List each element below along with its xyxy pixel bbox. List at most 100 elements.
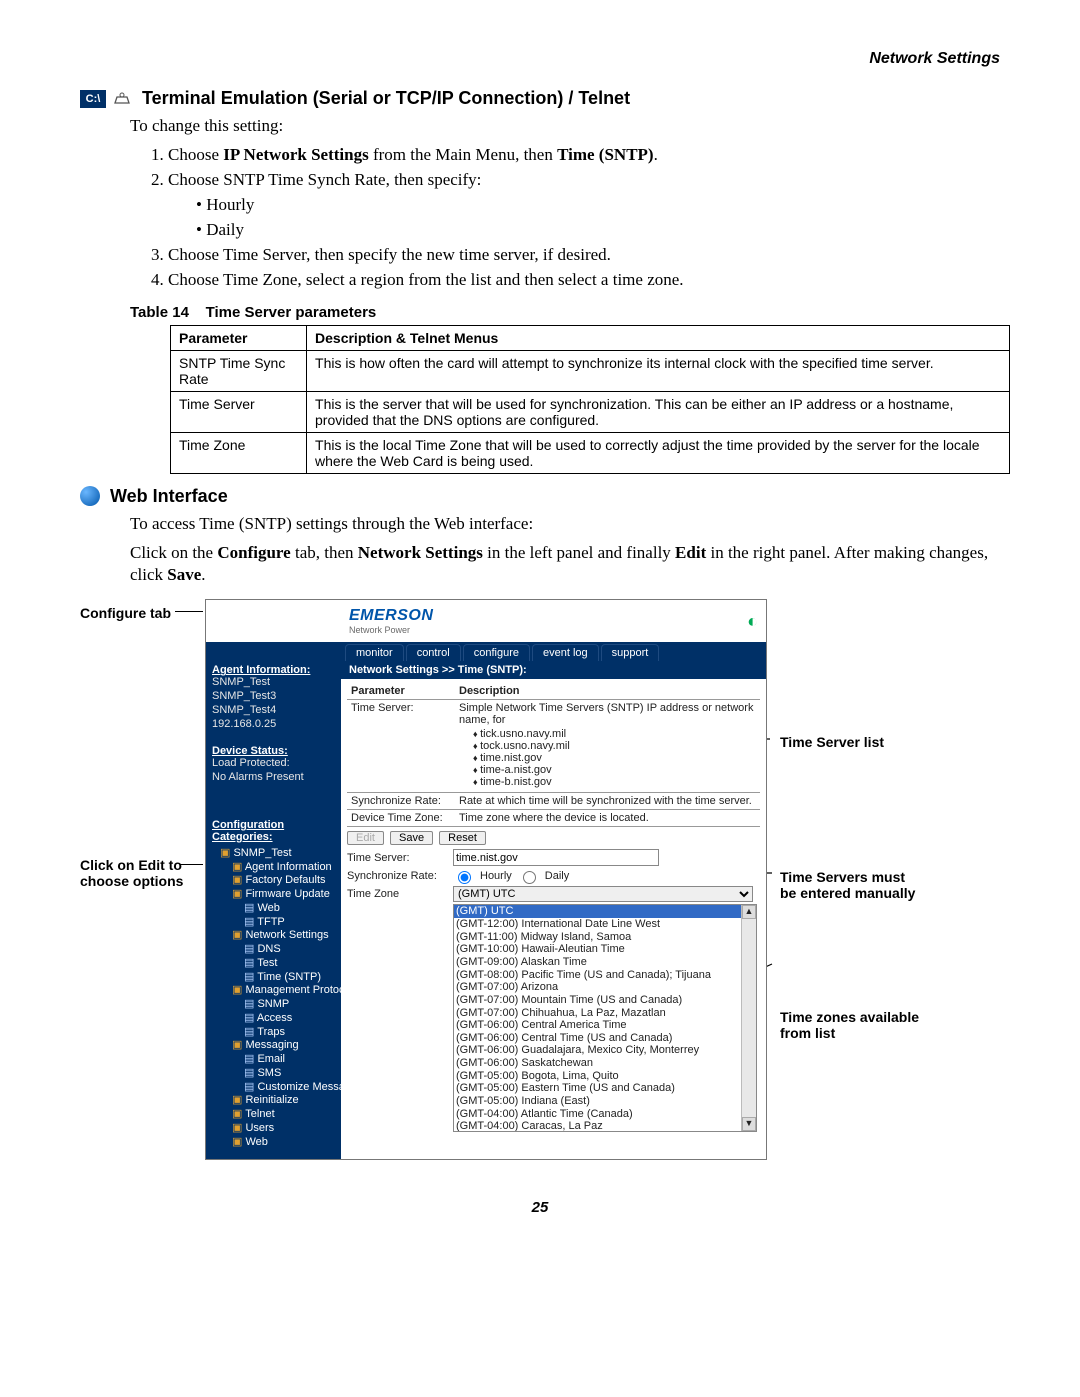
th-description: Description & Telnet Menus bbox=[307, 325, 1010, 350]
callout-configure-tab: Configure tab bbox=[80, 605, 190, 621]
tree-node[interactable]: Email bbox=[212, 1053, 341, 1067]
timezone-option[interactable]: (GMT-06:00) Guadalajara, Mexico City, Mo… bbox=[454, 1044, 756, 1057]
modem-icon bbox=[112, 89, 132, 109]
tree-node[interactable]: Firmware Update bbox=[212, 888, 341, 902]
sidebar-device-line: Load Protected: bbox=[212, 757, 335, 771]
web-intro: To access Time (SNTP) settings through t… bbox=[130, 513, 1000, 536]
timezone-option[interactable]: (GMT-07:00) Chihuahua, La Paz, Mazatlan bbox=[454, 1007, 756, 1020]
table-title: Time Server parameters bbox=[206, 304, 377, 321]
tab-bar: monitorcontrolconfigureevent logsupport bbox=[341, 642, 766, 661]
tab-support[interactable]: support bbox=[601, 644, 660, 661]
cmd-prompt-icon: C:\ bbox=[80, 90, 106, 108]
tree-node[interactable]: Web bbox=[212, 902, 341, 916]
tree-node[interactable]: Telnet bbox=[212, 1108, 341, 1122]
timezone-option[interactable]: (GMT-05:00) Eastern Time (US and Canada) bbox=[454, 1082, 756, 1095]
tree-node[interactable]: Agent Information bbox=[212, 861, 341, 875]
edit-button[interactable]: Edit bbox=[347, 831, 384, 845]
tree-node[interactable]: Messaging bbox=[212, 1039, 341, 1053]
tab-control[interactable]: control bbox=[406, 644, 461, 661]
tree-node[interactable]: Access bbox=[212, 1012, 341, 1026]
timezone-option[interactable]: (GMT-08:00) Pacific Time (US and Canada)… bbox=[454, 969, 756, 982]
timezone-option[interactable]: (GMT-11:00) Midway Island, Samoa bbox=[454, 931, 756, 944]
tree-node[interactable]: Customize Message bbox=[212, 1081, 341, 1095]
scroll-down-icon[interactable]: ▼ bbox=[742, 1117, 756, 1131]
tree-node[interactable]: Factory Defaults bbox=[212, 874, 341, 888]
timezone-option[interactable]: (GMT-04:00) Atlantic Time (Canada) bbox=[454, 1108, 756, 1121]
tree-node[interactable]: Management Protocol bbox=[212, 984, 341, 998]
timezone-option[interactable]: (GMT-06:00) Central Time (US and Canada) bbox=[454, 1032, 756, 1045]
timezone-option[interactable]: (GMT-07:00) Arizona bbox=[454, 981, 756, 994]
save-button[interactable]: Save bbox=[390, 831, 433, 845]
tree-node[interactable]: Reinitialize bbox=[212, 1094, 341, 1108]
tree-node[interactable]: Test bbox=[212, 957, 341, 971]
step-4: Choose Time Zone, select a region from t… bbox=[168, 269, 1000, 292]
time-server-input[interactable] bbox=[453, 849, 659, 866]
timezone-option[interactable]: (GMT-07:00) Mountain Time (US and Canada… bbox=[454, 994, 756, 1007]
intro-text: To change this setting: bbox=[130, 115, 1000, 138]
table-row: SNTP Time Sync RateThis is how often the… bbox=[171, 350, 1010, 391]
timezone-listbox[interactable]: (GMT) UTC(GMT-12:00) International Date … bbox=[453, 904, 757, 1132]
tree-node[interactable]: Web bbox=[212, 1136, 341, 1150]
scroll-up-icon[interactable]: ▲ bbox=[742, 905, 756, 919]
tab-configure[interactable]: configure bbox=[463, 644, 530, 661]
table-number: Table 14 bbox=[130, 304, 189, 321]
timezone-option[interactable]: (GMT-12:00) International Date Line West bbox=[454, 918, 756, 931]
tree-node[interactable]: Traps bbox=[212, 1026, 341, 1040]
bullet-hourly: Hourly bbox=[196, 194, 1000, 217]
config-tree[interactable]: SNMP_TestAgent InformationFactory Defaul… bbox=[206, 845, 341, 1152]
steps-list: Choose IP Network Settings from the Main… bbox=[150, 144, 1000, 292]
sidebar: Agent Information: SNMP_TestSNMP_Test3SN… bbox=[206, 600, 341, 1159]
page-header: Network Settings bbox=[80, 50, 1000, 68]
sidebar-config-head: Configuration Categories: bbox=[212, 819, 335, 843]
th-parameter: Parameter bbox=[171, 325, 307, 350]
reset-button[interactable]: Reset bbox=[439, 831, 486, 845]
tab-event-log[interactable]: event log bbox=[532, 644, 599, 661]
sync-daily-text: Daily bbox=[545, 870, 569, 882]
step-1: Choose IP Network Settings from the Main… bbox=[168, 144, 1000, 167]
sidebar-device-line: No Alarms Present bbox=[212, 771, 335, 785]
server-item: time-b.nist.gov bbox=[473, 776, 756, 788]
sidebar-agent-line: SNMP_Test3 bbox=[212, 690, 335, 704]
timezone-option[interactable]: (GMT-09:00) Alaskan Time bbox=[454, 956, 756, 969]
callout-click-edit: Click on Edit to choose options bbox=[80, 857, 190, 889]
bullet-daily: Daily bbox=[196, 219, 1000, 242]
sync-daily-radio[interactable] bbox=[523, 871, 536, 884]
tree-node[interactable]: SNMP_Test bbox=[212, 847, 341, 861]
timezone-option[interactable]: (GMT) UTC bbox=[454, 905, 756, 918]
tree-node[interactable]: Users bbox=[212, 1122, 341, 1136]
callout-manual-entry: Time Servers must be entered manually bbox=[780, 869, 920, 901]
page-number: 25 bbox=[80, 1199, 1000, 1216]
timezone-option[interactable]: (GMT-05:00) Indiana (East) bbox=[454, 1095, 756, 1108]
sync-hourly-radio[interactable] bbox=[458, 871, 471, 884]
timezone-option[interactable]: (GMT-06:00) Saskatchewan bbox=[454, 1057, 756, 1070]
emerson-sub: Network Power bbox=[349, 625, 433, 635]
timezone-select[interactable]: (GMT) UTC bbox=[453, 886, 753, 902]
time-server-label: Time Server: bbox=[347, 852, 447, 864]
tree-node[interactable]: Network Settings bbox=[212, 929, 341, 943]
server-item: tick.usno.navy.mil bbox=[473, 728, 756, 740]
timezone-option[interactable]: (GMT-10:00) Hawaii-Aleutian Time bbox=[454, 943, 756, 956]
tree-node[interactable]: SNMP bbox=[212, 998, 341, 1012]
tree-node[interactable]: SMS bbox=[212, 1067, 341, 1081]
section-title-web: Web Interface bbox=[110, 486, 228, 506]
tree-node[interactable]: DNS bbox=[212, 943, 341, 957]
description-table: Parameter Description Time Server: Simpl… bbox=[347, 683, 760, 827]
table-row: Time ServerThis is the server that will … bbox=[171, 391, 1010, 432]
sidebar-agent-line: SNMP_Test bbox=[212, 676, 335, 690]
tab-monitor[interactable]: monitor bbox=[345, 644, 404, 661]
sidebar-agent-line: 192.168.0.25 bbox=[212, 718, 335, 732]
timezone-option[interactable]: (GMT-05:00) Bogota, Lima, Quito bbox=[454, 1070, 756, 1083]
emerson-logo: EMERSON bbox=[349, 607, 433, 624]
tree-node[interactable]: Time (SNTP) bbox=[212, 971, 341, 985]
tree-node[interactable]: TFTP bbox=[212, 916, 341, 930]
table-row: Time ZoneThis is the local Time Zone tha… bbox=[171, 432, 1010, 473]
step-2: Choose SNTP Time Synch Rate, then specif… bbox=[168, 169, 1000, 242]
breadcrumb: Network Settings >> Time (SNTP): bbox=[341, 661, 766, 679]
time-server-params-table: Parameter Description & Telnet Menus SNT… bbox=[170, 325, 1010, 474]
timezone-option[interactable]: (GMT-06:00) Central America Time bbox=[454, 1019, 756, 1032]
timezone-option[interactable]: (GMT-04:00) Caracas, La Paz bbox=[454, 1120, 756, 1132]
server-item: time-a.nist.gov bbox=[473, 764, 756, 776]
scrollbar[interactable]: ▲ ▼ bbox=[741, 905, 756, 1131]
sync-rate-label: Synchronize Rate: bbox=[347, 870, 447, 882]
callout-time-server-list: Time Server list bbox=[780, 734, 900, 750]
